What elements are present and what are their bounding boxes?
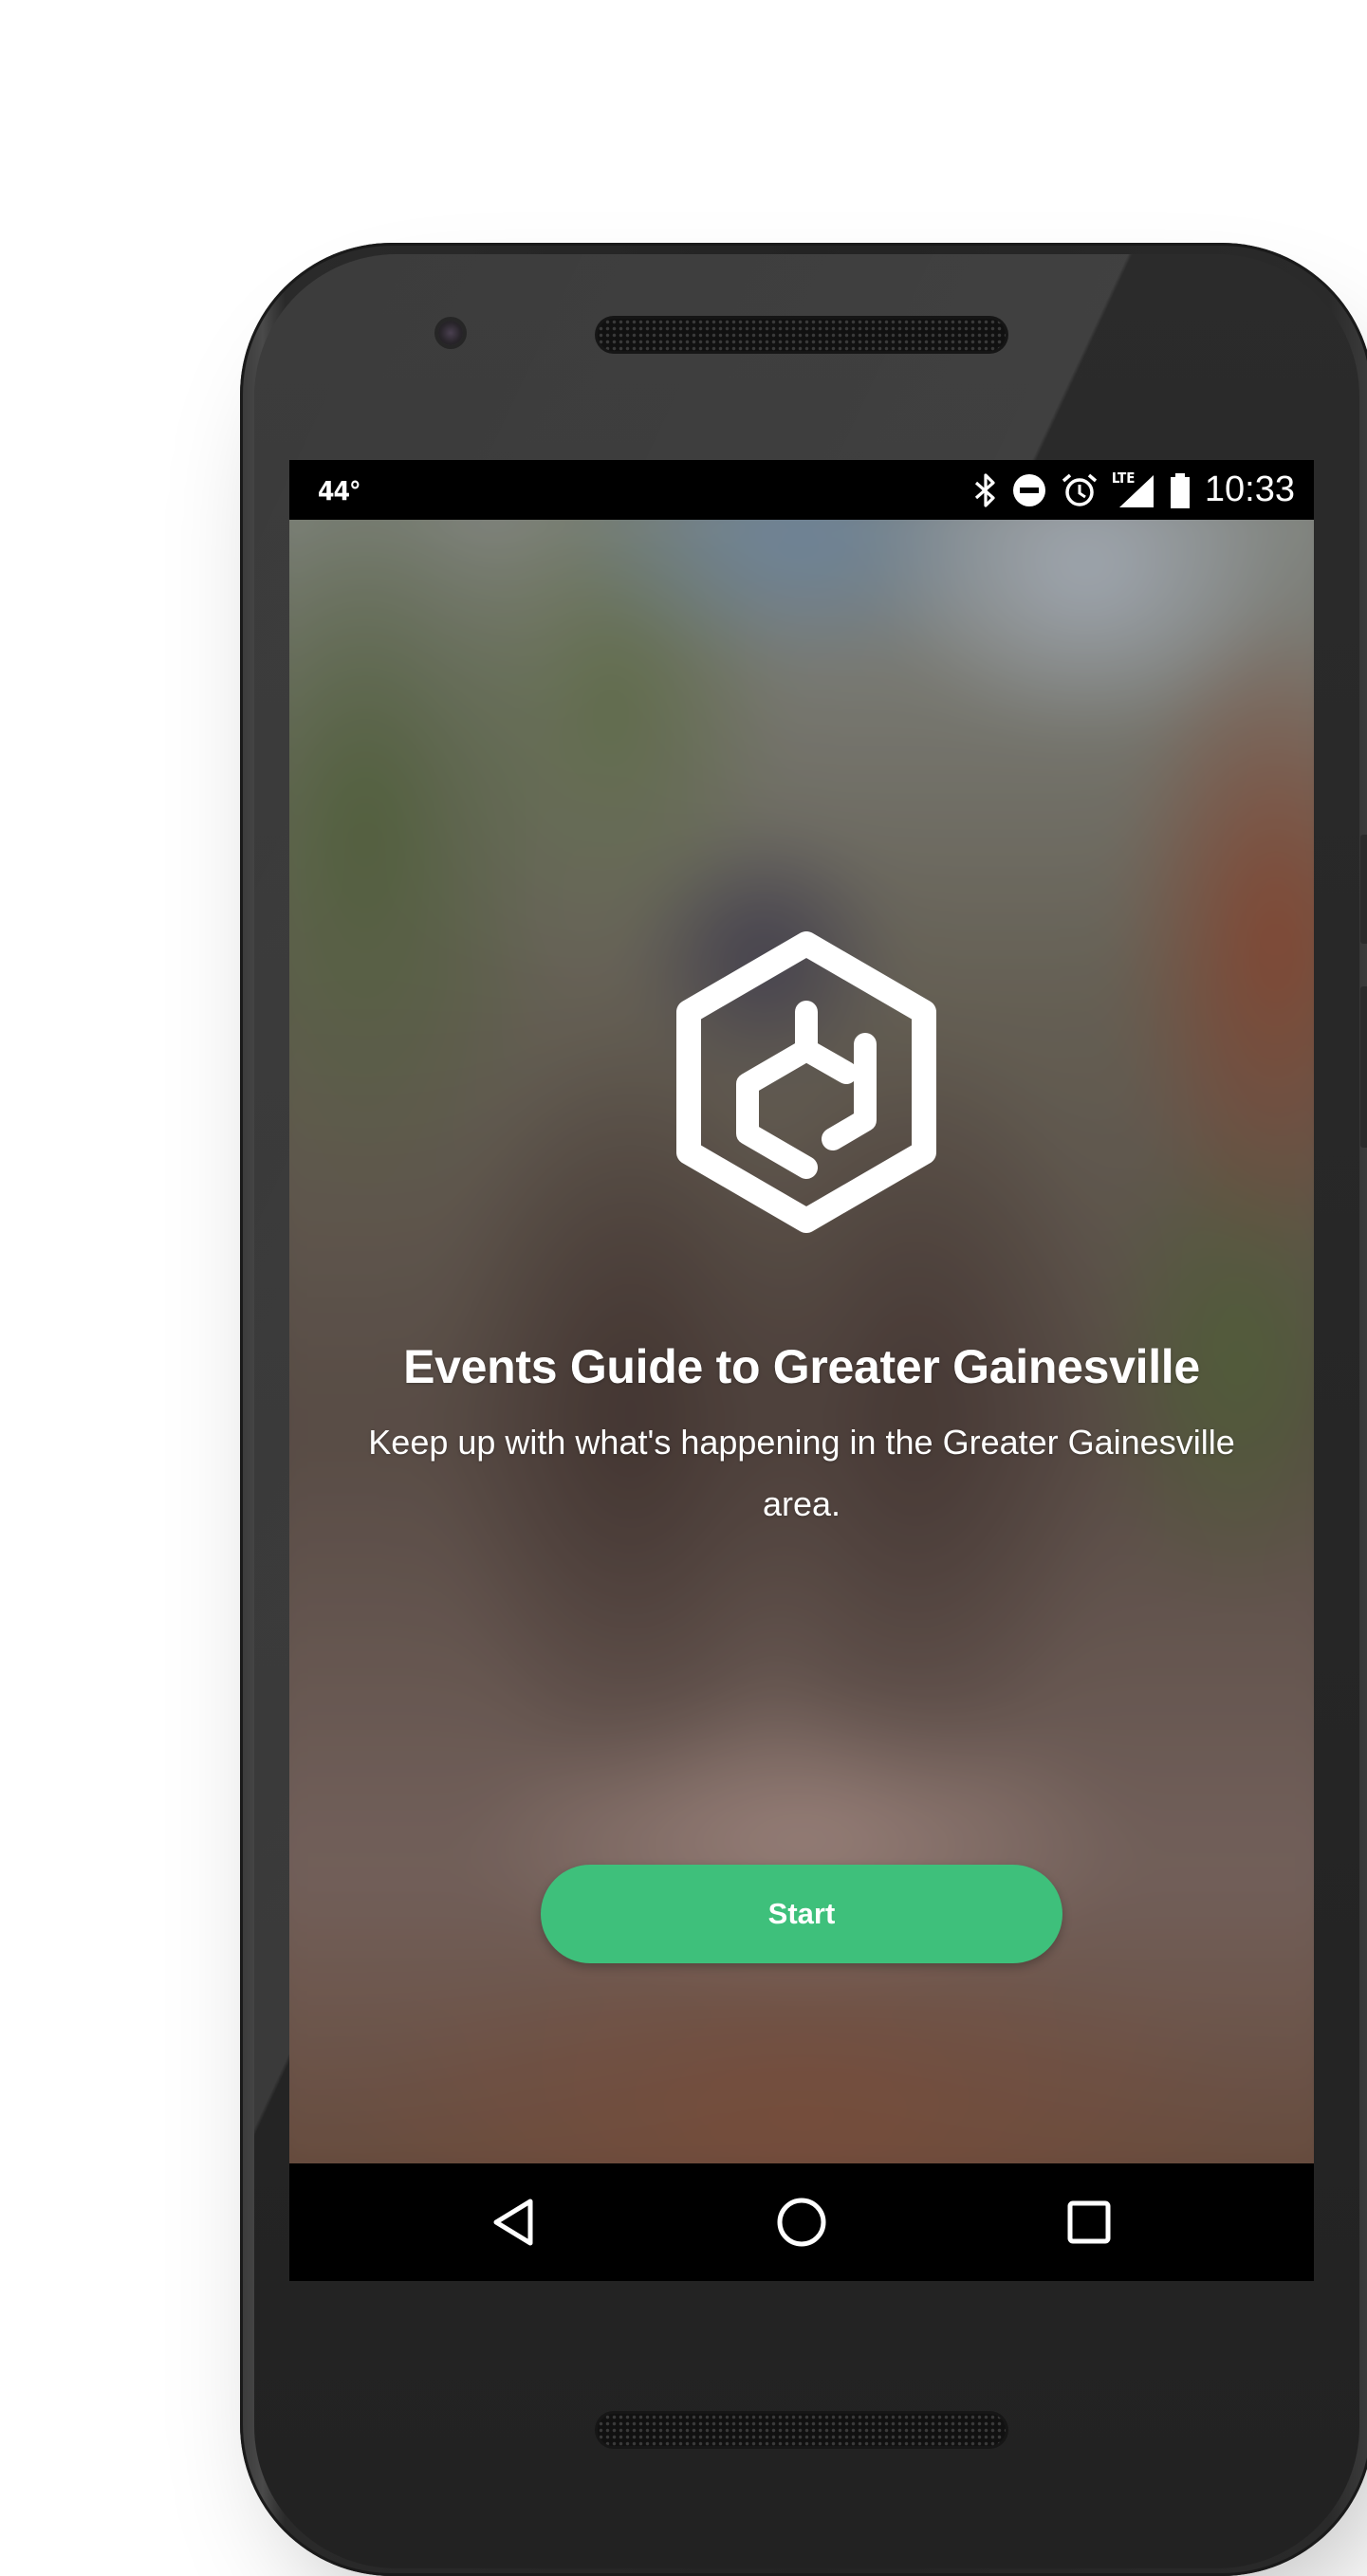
- status-bar: 44° LTE 10:33: [289, 460, 1314, 520]
- front-camera: [438, 321, 463, 345]
- do-not-disturb-icon: [1012, 473, 1045, 506]
- top-speaker-grille: [598, 319, 1006, 351]
- page-subtitle: Keep up with what's happening in the Gre…: [368, 1423, 1235, 1523]
- welcome-screen: Events Guide to Greater Gainesville Keep…: [289, 520, 1314, 2163]
- bluetooth-icon: [974, 472, 995, 507]
- lte-signal-icon: LTE: [1112, 469, 1155, 509]
- navigation-bar: [289, 2163, 1314, 2281]
- recents-icon[interactable]: [1061, 2194, 1118, 2251]
- alarm-icon: [1062, 473, 1098, 506]
- status-icons: LTE 10:33: [973, 460, 1295, 520]
- status-time: 10:33: [1204, 469, 1295, 509]
- temperature-label: 44°: [318, 475, 361, 506]
- power-button: [1360, 835, 1367, 944]
- phone-screen: 44° LTE 10:33 Events Guide to Greater Ga…: [289, 460, 1314, 2281]
- cube-logo-icon: [676, 931, 936, 1233]
- battery-icon: [1170, 472, 1190, 508]
- page-title: Events Guide to Greater Gainesville: [403, 1340, 1200, 1393]
- volume-button: [1360, 986, 1367, 1148]
- home-icon[interactable]: [773, 2194, 830, 2251]
- back-icon[interactable]: [487, 2194, 544, 2251]
- bottom-speaker-grille: [598, 2414, 1006, 2446]
- start-button[interactable]: Start: [541, 1865, 1062, 1963]
